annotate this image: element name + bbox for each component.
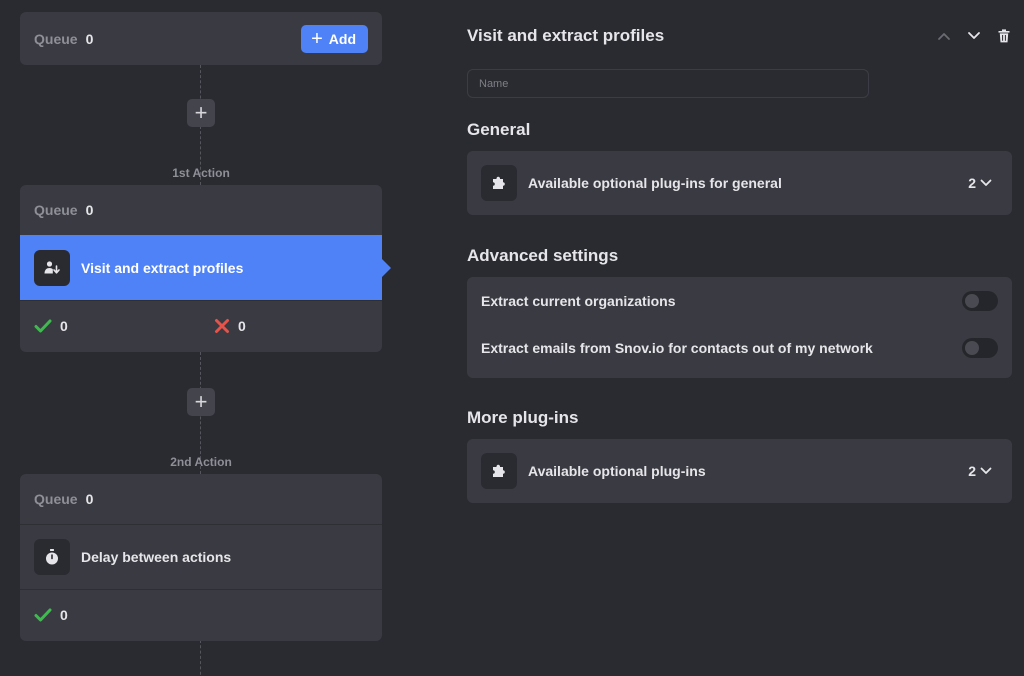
queue-row: Queue 0 xyxy=(20,185,382,235)
add-step-button[interactable]: + xyxy=(187,99,215,127)
setting-row-organizations: Extract current organizations xyxy=(467,277,1012,324)
plugin-label: Available optional plug-ins xyxy=(528,463,706,479)
plus-icon: + xyxy=(194,389,208,414)
add-step-button[interactable]: + xyxy=(187,388,215,416)
panel-toolbar xyxy=(936,26,1012,46)
action-card-visit-extract: Queue 0 Visit and extract profiles 0 0 xyxy=(20,185,391,352)
plugin-label: Available optional plug-ins for general xyxy=(528,175,782,191)
plus-icon: + xyxy=(311,27,323,50)
success-count: 0 xyxy=(60,606,68,623)
add-button[interactable]: + Add xyxy=(301,24,368,53)
queue-count: 0 xyxy=(85,202,94,218)
move-up-button[interactable] xyxy=(936,26,952,46)
workflow-canvas: Queue 0 + Add + 1st Action Queue 0 Visit… xyxy=(20,12,391,676)
more-plugins-dropdown[interactable]: Available optional plug-ins 2 xyxy=(467,439,1012,503)
stopwatch-icon xyxy=(34,539,70,575)
stats-row: 0 0 xyxy=(20,300,382,350)
action-settings-panel: Visit and extract profiles Name General … xyxy=(467,0,1012,676)
organizations-toggle[interactable] xyxy=(962,290,998,311)
action-name: Visit and extract profiles xyxy=(81,259,244,276)
fail-stat: 0 xyxy=(214,318,246,334)
puzzle-icon xyxy=(481,453,517,489)
chevron-down-icon xyxy=(968,32,980,39)
plus-icon: + xyxy=(194,100,208,125)
panel-title: Visit and extract profiles xyxy=(467,26,665,45)
queue-label: Queue xyxy=(34,491,78,507)
snovio-emails-toggle[interactable] xyxy=(962,337,998,358)
section-title-general: General xyxy=(467,120,531,139)
queue-count: 0 xyxy=(85,491,94,507)
plugin-count-value: 2 xyxy=(968,175,976,191)
queue-label: Queue xyxy=(34,202,78,218)
success-count: 0 xyxy=(60,317,68,334)
setting-label: Extract emails from Snov.io for contacts… xyxy=(481,339,873,356)
success-stat: 0 xyxy=(34,607,68,623)
queue-count: 0 xyxy=(85,30,94,47)
move-down-button[interactable] xyxy=(966,26,982,46)
stats-row: 0 xyxy=(20,589,382,639)
check-icon xyxy=(34,608,52,621)
plugin-count: 2 xyxy=(968,175,992,191)
name-input[interactable] xyxy=(467,69,869,98)
add-button-label: Add xyxy=(328,30,356,47)
general-plugins-dropdown[interactable]: Available optional plug-ins for general … xyxy=(467,151,1012,215)
action-row-visit-extract[interactable]: Visit and extract profiles xyxy=(20,235,391,300)
section-title-advanced: Advanced settings xyxy=(467,246,619,265)
action-name: Delay between actions xyxy=(81,549,232,565)
chevron-up-icon xyxy=(938,33,950,40)
advanced-settings-card: Extract current organizations Extract em… xyxy=(467,277,1012,378)
success-stat: 0 xyxy=(34,318,68,334)
plugin-count: 2 xyxy=(968,463,992,479)
toggle-knob xyxy=(965,340,979,355)
check-icon xyxy=(34,319,52,332)
queue-label: Queue xyxy=(34,30,78,47)
action-row-delay[interactable]: Delay between actions xyxy=(20,524,382,589)
delete-button[interactable] xyxy=(996,26,1012,46)
setting-label: Extract current organizations xyxy=(481,292,676,309)
puzzle-icon xyxy=(481,165,517,201)
chevron-down-icon xyxy=(980,179,992,186)
connector-line xyxy=(200,640,201,676)
start-queue-card: Queue 0 + Add xyxy=(20,12,382,65)
fail-count: 0 xyxy=(238,317,246,334)
plugin-count-value: 2 xyxy=(968,463,976,479)
queue-row: Queue 0 + Add xyxy=(20,12,382,65)
chevron-down-icon xyxy=(980,467,992,474)
action-card-delay: Queue 0 Delay between actions 0 xyxy=(20,474,382,641)
toggle-knob xyxy=(965,293,979,308)
step-label: 1st Action xyxy=(172,166,230,180)
section-title-more-plugins: More plug-ins xyxy=(467,408,579,427)
user-download-icon xyxy=(34,249,70,286)
cross-icon xyxy=(215,318,229,333)
trash-icon xyxy=(998,29,1010,43)
queue-row: Queue 0 xyxy=(20,474,382,524)
step-label: 2nd Action xyxy=(170,455,232,469)
setting-row-snovio-emails: Extract emails from Snov.io for contacts… xyxy=(467,324,1012,371)
app-root: Queue 0 + Add + 1st Action Queue 0 Visit… xyxy=(0,0,1024,676)
